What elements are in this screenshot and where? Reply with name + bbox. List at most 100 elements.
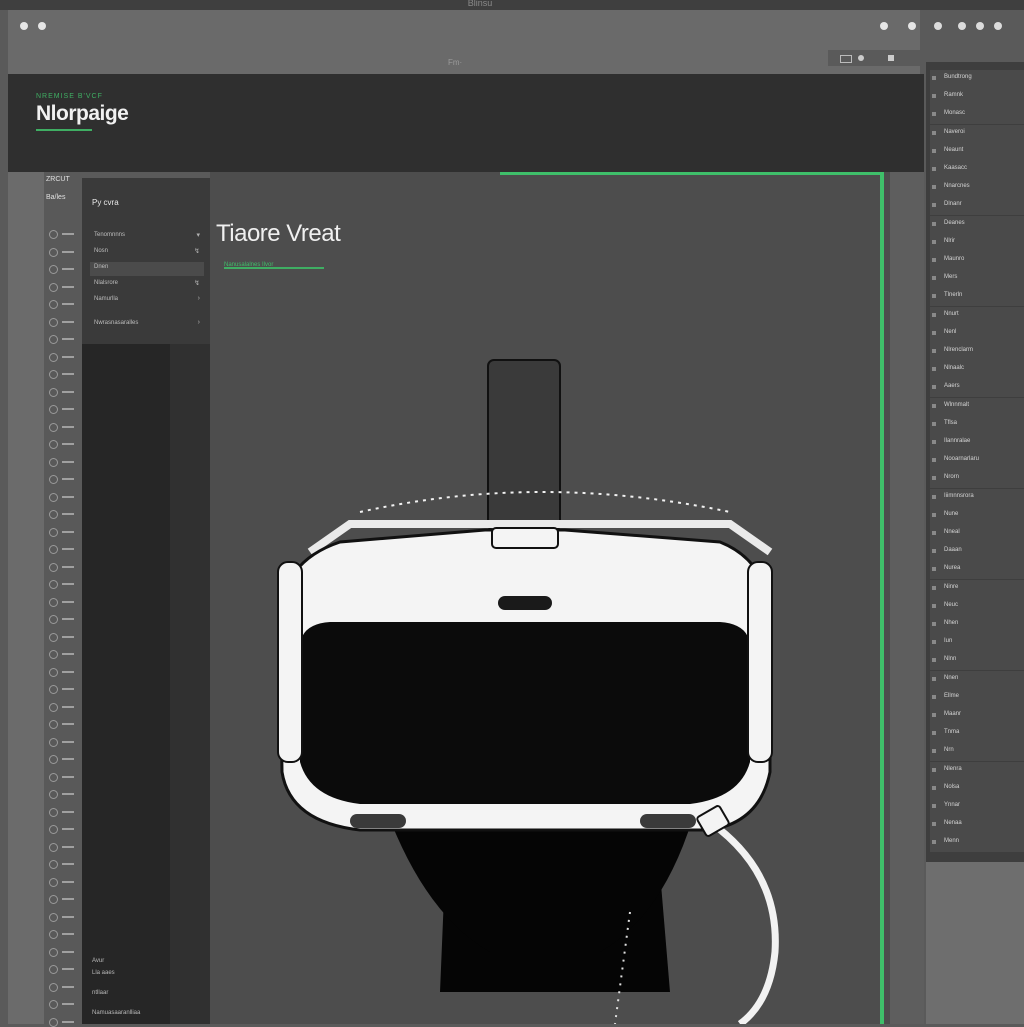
panel-list-item[interactable]: Ellme	[930, 688, 1024, 707]
panel-list-item[interactable]: Wlnnmalt	[930, 397, 1024, 416]
panel-list-item[interactable]: Nlrir	[930, 233, 1024, 252]
tool-icon[interactable]	[49, 510, 58, 519]
panel-list-item[interactable]: Nneal	[930, 525, 1024, 543]
tool-icon[interactable]	[49, 807, 58, 817]
tool-icon[interactable]	[49, 825, 58, 834]
tool-icon[interactable]	[49, 685, 58, 694]
panel-list-item[interactable]: Nhen	[930, 616, 1024, 634]
tool-icon[interactable]	[49, 702, 58, 712]
menu-item-action-icon[interactable]: ↯	[194, 279, 200, 287]
panel-list-item[interactable]: Aaers	[930, 379, 1024, 398]
menu-item-action-icon[interactable]: ›	[198, 319, 200, 326]
panel-list-item[interactable]: Monasc	[930, 106, 1024, 125]
tool-icon[interactable]	[49, 737, 58, 747]
tool-icon[interactable]	[49, 1017, 58, 1027]
tool-icon[interactable]	[49, 282, 58, 292]
panel-list-item[interactable]: Dlnanr	[930, 197, 1024, 216]
tool-icon[interactable]	[49, 300, 58, 309]
main-canvas[interactable]: Tiaore Vreat Nanusalalnes Ilvor	[210, 172, 890, 1024]
tool-icon[interactable]	[49, 912, 58, 922]
tool-icon[interactable]	[49, 317, 58, 327]
panel-list-item[interactable]: Neuc	[930, 597, 1024, 616]
panel-list-item[interactable]: Ninre	[930, 579, 1024, 598]
sidebar-menu-item[interactable]: Namurlla ›	[90, 294, 204, 308]
panel-list-item[interactable]: Ilannralae	[930, 434, 1024, 452]
panel-list-item[interactable]: Ramnk	[930, 88, 1024, 107]
tool-icon[interactable]	[49, 597, 58, 607]
tool-icon[interactable]	[49, 720, 58, 729]
tool-icon[interactable]	[49, 650, 58, 659]
panel-list-item[interactable]: Tnma	[930, 725, 1024, 744]
panel-list-item[interactable]: Tlnerln	[930, 288, 1024, 307]
panel-list-item[interactable]: Maunro	[930, 252, 1024, 270]
tool-icon[interactable]	[49, 790, 58, 799]
notification-icon[interactable]	[880, 22, 888, 30]
sidebar-menu-item[interactable]: Nosn ↯	[90, 246, 204, 260]
sidebar-footer-item[interactable]: Avur	[92, 958, 104, 964]
tool-icon[interactable]	[49, 335, 58, 344]
tool-icon[interactable]	[49, 492, 58, 502]
tool-icon[interactable]	[49, 440, 58, 449]
panel-list-item[interactable]: Nnen	[930, 670, 1024, 689]
sidebar-menu-item[interactable]: Tenomnnns ▾	[90, 230, 204, 244]
sidebar-footer-item[interactable]: Lla aaes	[92, 970, 115, 976]
tool-icon[interactable]	[49, 527, 58, 537]
panel-list-item[interactable]: Tflsa	[930, 415, 1024, 434]
panel-list-item[interactable]: Mers	[930, 270, 1024, 289]
panel-list-item[interactable]: Nnarcnes	[930, 179, 1024, 198]
sidebar-menu-item[interactable]: Nwrasnasaralles ›	[90, 318, 204, 332]
menu-item-action-icon[interactable]: ›	[198, 295, 200, 302]
sidebar-menu-item-selected[interactable]: Dnen	[90, 262, 204, 276]
panel-user-icon[interactable]	[934, 22, 942, 30]
selection-border-right[interactable]	[880, 172, 884, 1024]
panel-list-item[interactable]: Nenl	[930, 324, 1024, 343]
tool-icon[interactable]	[49, 615, 58, 624]
panel-window-icon[interactable]	[840, 55, 852, 63]
tool-icon[interactable]	[49, 842, 58, 852]
tool-icon[interactable]	[49, 877, 58, 887]
tool-icon[interactable]	[49, 422, 58, 432]
panel-list-item[interactable]: Nlnaalc	[930, 361, 1024, 380]
panel-square-icon[interactable]	[888, 55, 894, 61]
panel-list-item[interactable]: Iiimnnsrora	[930, 488, 1024, 507]
sidebar-footer-item[interactable]: Namuasaaranlliaa	[92, 1010, 140, 1016]
app-menu-icon[interactable]	[20, 22, 28, 30]
brand-logo[interactable]: Nlorpaige	[36, 102, 129, 126]
tool-icon[interactable]	[49, 580, 58, 589]
settings-icon[interactable]	[38, 22, 46, 30]
tool-icon[interactable]	[49, 772, 58, 782]
panel-list-item[interactable]: Nrn	[930, 743, 1024, 762]
panel-list-item[interactable]: Nlnn	[930, 652, 1024, 671]
panel-list-item[interactable]: Kaasacc	[930, 161, 1024, 179]
tool-icon[interactable]	[49, 965, 58, 974]
tool-icon[interactable]	[49, 755, 58, 764]
panel-list-item[interactable]: Nolsa	[930, 779, 1024, 798]
panel-list-item[interactable]: Nlenra	[930, 761, 1024, 780]
tool-icon[interactable]	[49, 562, 58, 572]
tool-icon[interactable]	[49, 230, 58, 239]
panel-layers-icon[interactable]	[958, 22, 966, 30]
panel-list-item[interactable]: Nrorn	[930, 470, 1024, 489]
panel-list-item[interactable]: Nurea	[930, 561, 1024, 580]
panel-list-item[interactable]: Menn	[930, 834, 1024, 853]
panel-list-item[interactable]: Nlrenclarm	[930, 343, 1024, 361]
tool-icon[interactable]	[49, 667, 58, 677]
tool-icon[interactable]	[49, 930, 58, 939]
tool-icon[interactable]	[49, 387, 58, 397]
panel-list-item[interactable]: Bundtrong	[930, 70, 1024, 88]
sidebar-footer-item[interactable]: ntllaar	[92, 990, 108, 996]
panel-adjust-icon[interactable]	[976, 22, 984, 30]
panel-list-item[interactable]: Nune	[930, 506, 1024, 525]
panel-list-item[interactable]: Naveroi	[930, 124, 1024, 143]
tool-icon[interactable]	[49, 982, 58, 992]
tool-icon[interactable]	[49, 265, 58, 274]
panel-list-item[interactable]: Nnurt	[930, 306, 1024, 325]
panel-list-item[interactable]: Neaunt	[930, 142, 1024, 161]
panel-list-item[interactable]: Daaan	[930, 543, 1024, 562]
tool-icon[interactable]	[49, 405, 58, 414]
sidebar-menu-item[interactable]: Nlalsrore ↯	[90, 278, 204, 292]
panel-list-item[interactable]: Nenaa	[930, 816, 1024, 835]
tool-icon[interactable]	[49, 947, 58, 957]
tool-icon[interactable]	[49, 1000, 58, 1009]
tool-icon[interactable]	[49, 457, 58, 467]
